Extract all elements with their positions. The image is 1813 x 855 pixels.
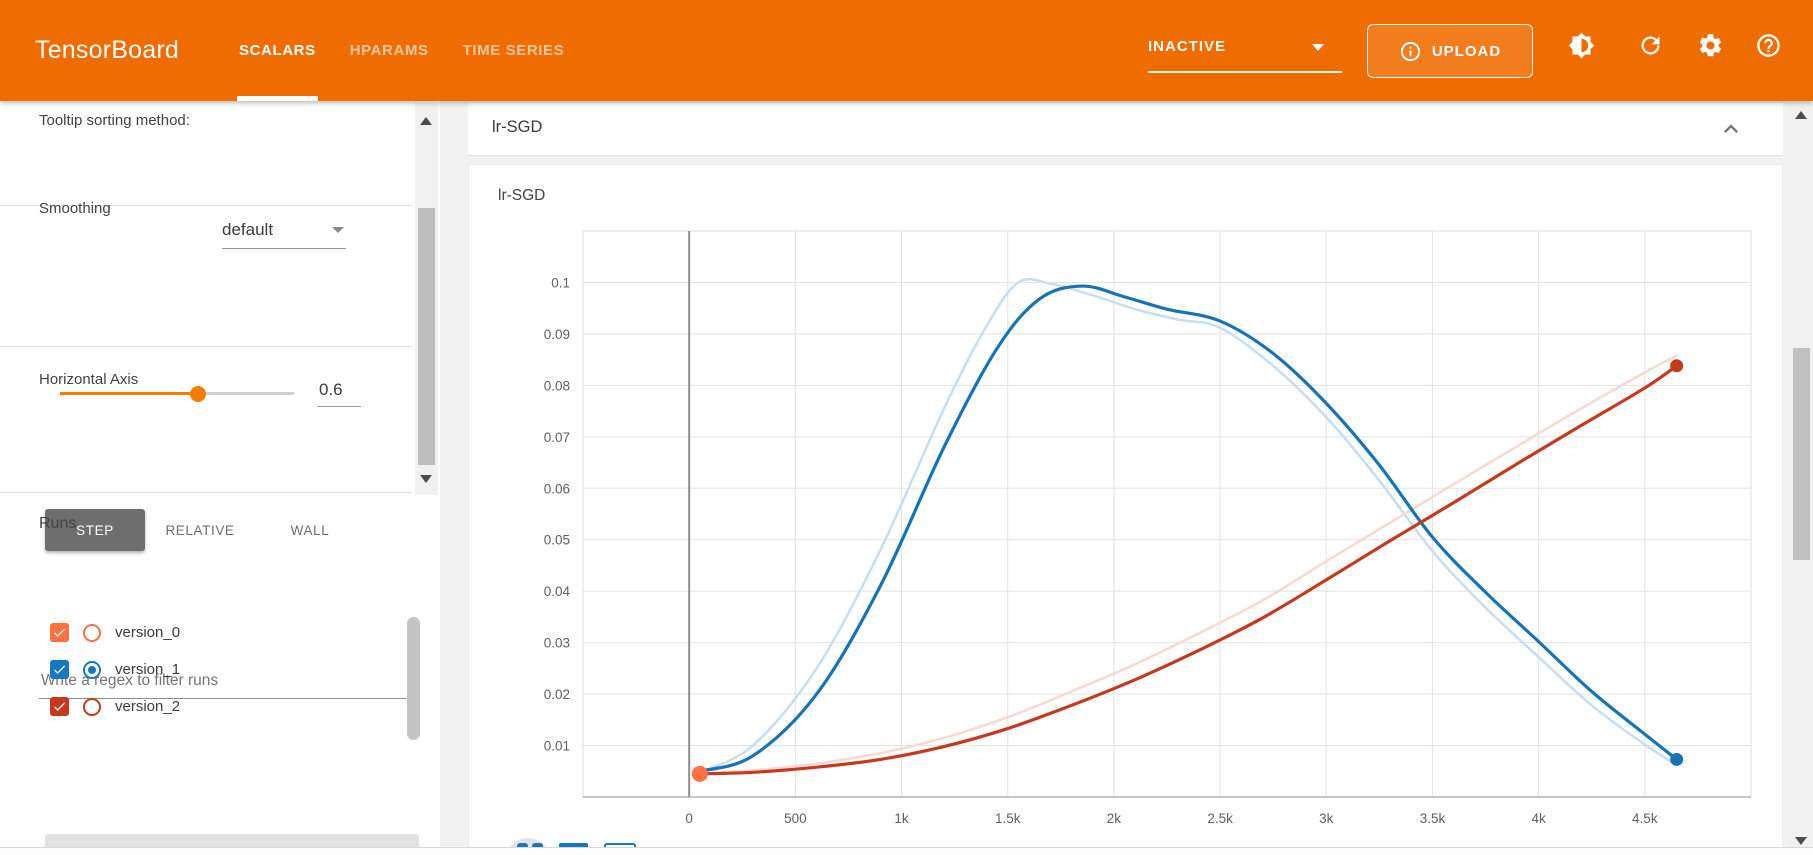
tooltip-sorting-label: Tooltip sorting method: bbox=[39, 110, 211, 132]
svg-text:0.04: 0.04 bbox=[544, 584, 571, 599]
brightness-icon[interactable] bbox=[1568, 32, 1595, 59]
chevron-down-icon bbox=[1312, 44, 1324, 51]
svg-text:2.5k: 2.5k bbox=[1207, 811, 1233, 826]
app-title: TensorBoard bbox=[35, 0, 179, 101]
series-version-2-raw- bbox=[700, 356, 1677, 774]
svg-text:0.1: 0.1 bbox=[551, 275, 570, 290]
svg-text:0.02: 0.02 bbox=[544, 687, 570, 702]
run-radio[interactable] bbox=[83, 661, 101, 679]
scroll-down-icon[interactable] bbox=[1795, 837, 1807, 845]
svg-text:3.5k: 3.5k bbox=[1420, 811, 1446, 826]
bottom-strip bbox=[0, 848, 1813, 855]
run-row-version-0[interactable]: version_0 bbox=[50, 614, 180, 651]
nav-tabs: SCALARS HPARAMS TIME SERIES bbox=[237, 0, 566, 101]
svg-text:3k: 3k bbox=[1319, 811, 1334, 826]
tab-hparams[interactable]: HPARAMS bbox=[348, 0, 431, 101]
tooltip-sorting-dropdown[interactable]: default bbox=[222, 215, 346, 249]
refresh-icon[interactable] bbox=[1637, 32, 1664, 59]
run-checkbox[interactable] bbox=[50, 697, 69, 716]
horizontal-axis-buttons: STEPRELATIVEWALL bbox=[45, 509, 365, 551]
chevron-up-icon bbox=[1717, 115, 1745, 143]
svg-text:0.03: 0.03 bbox=[544, 636, 570, 651]
svg-text:0: 0 bbox=[685, 811, 693, 826]
svg-text:0.09: 0.09 bbox=[544, 327, 570, 342]
run-label: version_0 bbox=[115, 624, 180, 641]
scroll-down-icon[interactable] bbox=[420, 475, 432, 483]
section-title: lr-SGD bbox=[492, 118, 542, 137]
scalar-chart-card: lr-SGD 0.010.020.030.040.050.060.070.080… bbox=[468, 164, 1783, 855]
smoothing-value-input[interactable] bbox=[317, 380, 361, 407]
info-icon bbox=[1399, 40, 1422, 63]
svg-text:500: 500 bbox=[784, 811, 807, 826]
axis-button-wall[interactable]: WALL bbox=[255, 509, 365, 551]
chevron-down-icon bbox=[332, 227, 344, 233]
dropdown-underline bbox=[1148, 71, 1342, 73]
run-row-version-2[interactable]: version_2 bbox=[50, 688, 180, 725]
divider bbox=[0, 492, 412, 493]
smoothing-label: Smoothing bbox=[39, 200, 111, 217]
app-header: TensorBoard SCALARS HPARAMS TIME SERIES IN… bbox=[0, 0, 1813, 101]
series-version-2-smoothed-0-6- bbox=[700, 366, 1677, 774]
upload-label: UPLOAD bbox=[1432, 43, 1501, 60]
sidebar-scrollbar[interactable] bbox=[415, 103, 438, 495]
svg-text:2k: 2k bbox=[1107, 811, 1122, 826]
axis-button-relative[interactable]: RELATIVE bbox=[145, 509, 255, 551]
divider bbox=[0, 346, 412, 347]
run-label: version_2 bbox=[115, 698, 180, 715]
scroll-up-icon[interactable] bbox=[420, 117, 432, 125]
run-radio[interactable] bbox=[83, 698, 101, 716]
slider-track bbox=[197, 392, 294, 395]
sidebar-scrollbar-thumb[interactable] bbox=[418, 208, 435, 465]
tensorboard-app: TensorBoard SCALARS HPARAMS TIME SERIES IN… bbox=[0, 0, 1813, 855]
settings-gear-icon[interactable] bbox=[1697, 32, 1724, 59]
tooltip-sorting-value: default bbox=[222, 215, 346, 245]
svg-text:4k: 4k bbox=[1532, 811, 1547, 826]
run-row-version-1[interactable]: version_1 bbox=[50, 651, 180, 688]
series-version-1-raw- bbox=[700, 279, 1677, 772]
svg-text:0.05: 0.05 bbox=[544, 533, 570, 548]
svg-text:0.07: 0.07 bbox=[544, 430, 570, 445]
dropdown-underline bbox=[222, 248, 346, 249]
run-checkbox[interactable] bbox=[50, 623, 69, 642]
scroll-up-icon[interactable] bbox=[1795, 111, 1807, 119]
slider-thumb[interactable] bbox=[190, 386, 206, 402]
tab-scalars[interactable]: SCALARS bbox=[237, 0, 318, 101]
help-icon[interactable] bbox=[1755, 32, 1782, 59]
slider-fill bbox=[60, 392, 197, 395]
run-checkbox[interactable] bbox=[50, 660, 69, 679]
scalar-section-header[interactable]: lr-SGD bbox=[468, 103, 1783, 156]
svg-text:0.08: 0.08 bbox=[544, 378, 570, 393]
settings-sidebar: Tooltip sorting method: default Smoothin… bbox=[0, 101, 440, 855]
svg-text:4.5k: 4.5k bbox=[1632, 811, 1658, 826]
data-status-dropdown[interactable]: INACTIVE bbox=[1148, 30, 1342, 70]
upload-button[interactable]: UPLOAD bbox=[1367, 24, 1533, 78]
runs-label: Runs bbox=[39, 515, 76, 533]
collapse-section-button[interactable] bbox=[1717, 115, 1745, 143]
page-scrollbar-thumb[interactable] bbox=[1793, 348, 1810, 560]
svg-text:1k: 1k bbox=[894, 811, 909, 826]
svg-text:0.06: 0.06 bbox=[544, 481, 570, 496]
svg-text:1.5k: 1.5k bbox=[995, 811, 1021, 826]
smoothing-slider[interactable] bbox=[60, 386, 294, 402]
series-version-1-smoothed-0-6- bbox=[700, 286, 1677, 771]
run-label: version_1 bbox=[115, 661, 180, 678]
tab-time-series[interactable]: TIME SERIES bbox=[461, 0, 567, 101]
run-radio[interactable] bbox=[83, 624, 101, 642]
svg-text:0.01: 0.01 bbox=[544, 739, 570, 754]
scalar-chart[interactable]: 0.01 0.02 0.03 0.04 0.05 0.06 0.07 0.08 0.09 0.1 0… bbox=[469, 165, 1783, 855]
page-scrollbar[interactable] bbox=[1790, 101, 1813, 855]
horizontal-axis-label: Horizontal Axis bbox=[39, 371, 138, 388]
runs-scrollbar[interactable] bbox=[407, 617, 420, 740]
series-version-0 bbox=[692, 766, 708, 782]
